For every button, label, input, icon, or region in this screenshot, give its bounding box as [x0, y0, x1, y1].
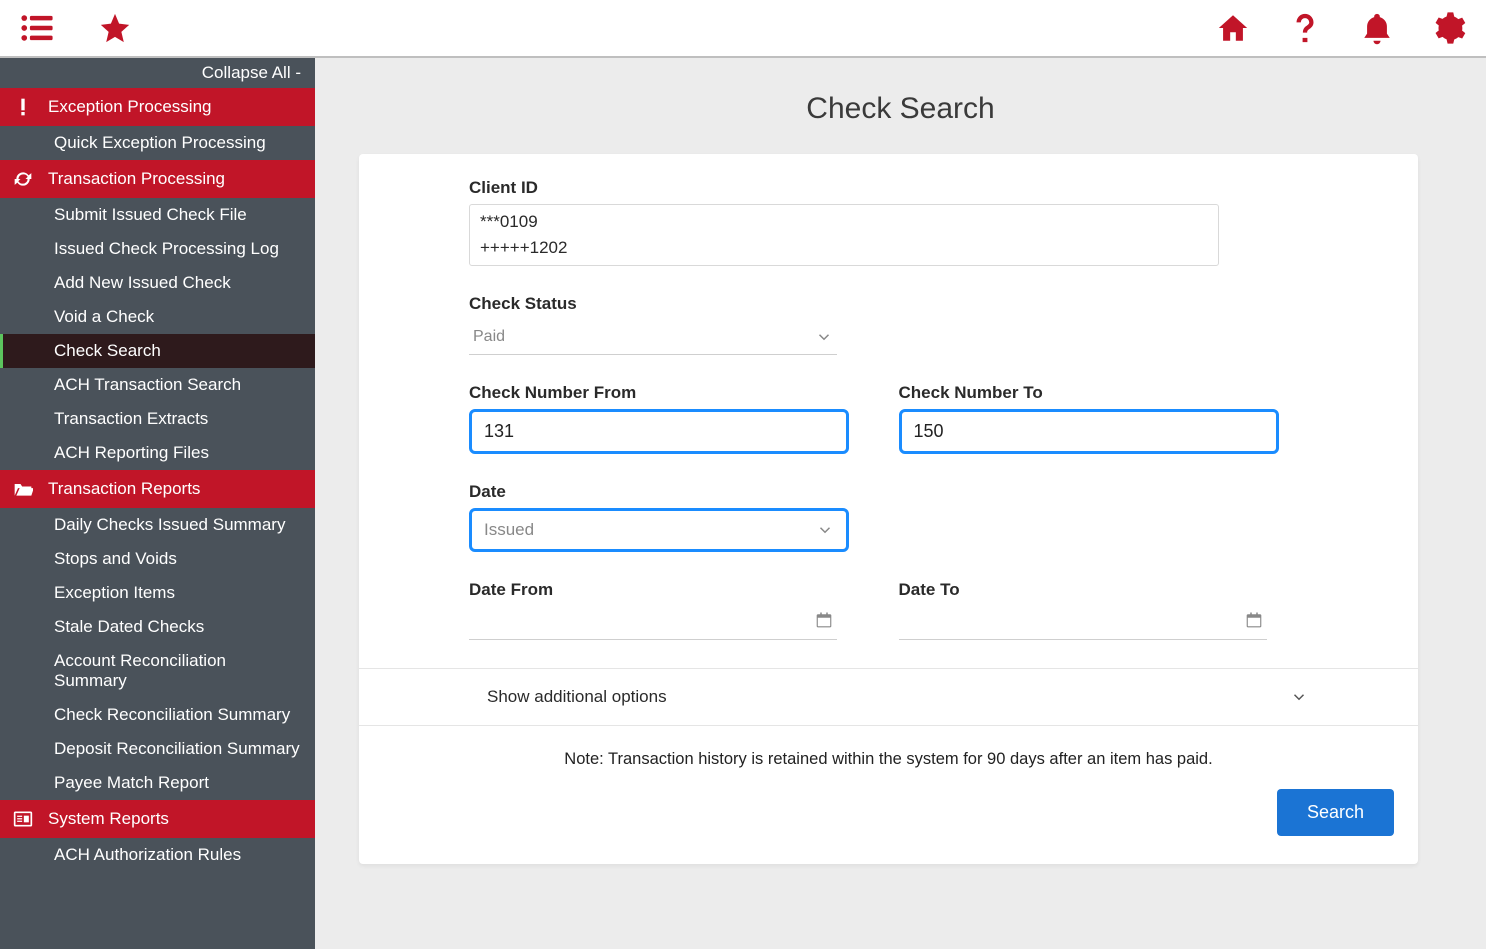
client-id-label: Client ID [469, 178, 1308, 198]
date-to-input[interactable] [899, 606, 1267, 640]
nav-item-ach-authorization-rules[interactable]: ACH Authorization Rules [0, 838, 315, 872]
nav-item-check-search[interactable]: Check Search [0, 334, 315, 368]
check-number-to-input[interactable] [899, 409, 1279, 454]
check-status-select[interactable]: Paid [469, 320, 837, 355]
date-from-input[interactable] [469, 606, 837, 640]
client-id-field: Client ID ***0109 +++++1202 [469, 178, 1308, 266]
date-label: Date [469, 482, 1308, 502]
date-type-field: Date Issued [469, 482, 1308, 552]
sidebar: Collapse All - Exception Processing Quic… [0, 58, 315, 949]
help-icon[interactable] [1288, 11, 1322, 45]
nav-item-add-new-issued-check[interactable]: Add New Issued Check [0, 266, 315, 300]
top-bar [0, 0, 1486, 58]
nav-item-check-reconciliation-summary[interactable]: Check Reconciliation Summary [0, 698, 315, 732]
calendar-icon [815, 611, 833, 634]
nav-item-deposit-reconciliation-summary[interactable]: Deposit Reconciliation Summary [0, 732, 315, 766]
nav-header-label: Transaction Reports [48, 479, 200, 499]
calendar-icon [1245, 611, 1263, 634]
notifications-bell-icon[interactable] [1360, 11, 1394, 45]
main-content: Check Search Client ID ***0109 +++++1202… [315, 58, 1486, 949]
nav-item-daily-checks-issued-summary[interactable]: Daily Checks Issued Summary [0, 508, 315, 542]
nav-header-system-reports[interactable]: System Reports [0, 800, 315, 838]
client-id-list[interactable]: ***0109 +++++1202 [469, 204, 1219, 266]
page-title: Check Search [315, 92, 1486, 126]
nav-header-transaction-processing[interactable]: Transaction Processing [0, 160, 315, 198]
check-status-label: Check Status [469, 294, 1308, 314]
nav-header-label: System Reports [48, 809, 169, 829]
nav-item-stale-dated-checks[interactable]: Stale Dated Checks [0, 610, 315, 644]
chevron-down-icon [1290, 688, 1308, 706]
nav-item-ach-reporting-files[interactable]: ACH Reporting Files [0, 436, 315, 470]
search-button[interactable]: Search [1277, 789, 1394, 836]
check-number-from-field: Check Number From [469, 383, 879, 454]
nav-item-void-a-check[interactable]: Void a Check [0, 300, 315, 334]
check-status-field: Check Status Paid [469, 294, 1308, 355]
chevron-down-icon [815, 328, 833, 346]
collapse-all-link[interactable]: Collapse All - [0, 58, 315, 88]
nav-item-account-reconciliation-summary[interactable]: Account Reconciliation Summary [0, 644, 315, 698]
date-from-label: Date From [469, 580, 879, 600]
check-number-from-label: Check Number From [469, 383, 879, 403]
nav-item-stops-and-voids[interactable]: Stops and Voids [0, 542, 315, 576]
nav-header-transaction-reports[interactable]: Transaction Reports [0, 470, 315, 508]
menu-icon[interactable] [20, 11, 54, 45]
settings-gear-icon[interactable] [1432, 11, 1466, 45]
nav-item-payee-match-report[interactable]: Payee Match Report [0, 766, 315, 800]
show-additional-options-toggle[interactable]: Show additional options [359, 668, 1418, 726]
report-icon [12, 808, 34, 830]
exclamation-icon [12, 96, 34, 118]
nav-item-ach-transaction-search[interactable]: ACH Transaction Search [0, 368, 315, 402]
check-number-to-label: Check Number To [899, 383, 1309, 403]
folder-open-icon [12, 478, 34, 500]
refresh-icon [12, 168, 34, 190]
check-number-to-field: Check Number To [899, 383, 1309, 454]
show-additional-options-label: Show additional options [487, 687, 667, 707]
nav-item-submit-issued-check-file[interactable]: Submit Issued Check File [0, 198, 315, 232]
nav-header-label: Exception Processing [48, 97, 211, 117]
retention-note: Note: Transaction history is retained wi… [359, 750, 1418, 769]
date-type-value: Issued [484, 520, 534, 540]
date-type-select[interactable]: Issued [469, 508, 849, 552]
search-form-card: Client ID ***0109 +++++1202 Check Status… [359, 154, 1418, 864]
nav-header-label: Transaction Processing [48, 169, 225, 189]
home-icon[interactable] [1216, 11, 1250, 45]
nav-item-issued-check-processing-log[interactable]: Issued Check Processing Log [0, 232, 315, 266]
date-from-field: Date From [469, 580, 879, 640]
nav-header-exception-processing[interactable]: Exception Processing [0, 88, 315, 126]
chevron-down-icon [816, 521, 834, 539]
nav-item-quick-exception-processing[interactable]: Quick Exception Processing [0, 126, 315, 160]
check-status-value: Paid [473, 328, 505, 346]
nav-item-exception-items[interactable]: Exception Items [0, 576, 315, 610]
client-id-option[interactable]: +++++1202 [480, 235, 1208, 261]
check-number-from-input[interactable] [469, 409, 849, 454]
date-to-label: Date To [899, 580, 1309, 600]
client-id-option[interactable]: ***0109 [480, 209, 1208, 235]
date-to-field: Date To [899, 580, 1309, 640]
nav-item-transaction-extracts[interactable]: Transaction Extracts [0, 402, 315, 436]
favorites-star-icon[interactable] [98, 11, 132, 45]
